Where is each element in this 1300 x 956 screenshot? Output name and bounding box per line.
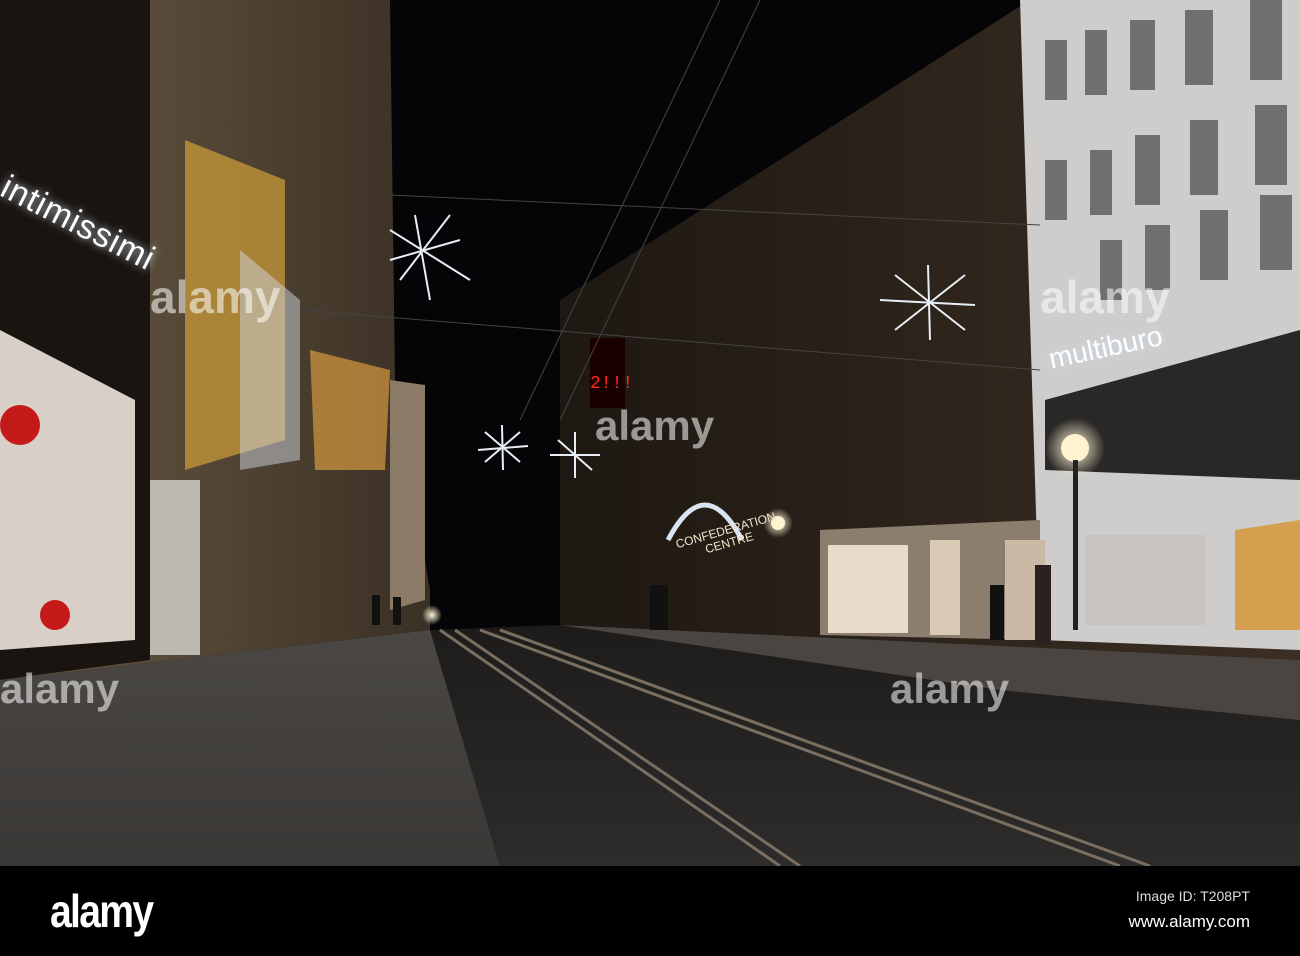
site-url: www.alamy.com [1128, 912, 1250, 931]
watermark: alamy [1040, 271, 1171, 323]
watermark: alamy [595, 402, 715, 449]
alamy-logo: alamy [50, 885, 154, 937]
watermark: alamy [0, 665, 120, 712]
watermark: alamy [150, 271, 281, 323]
footer-bar: alamy Image ID: T208PT www.alamy.com [0, 866, 1300, 956]
shop-window [1085, 535, 1205, 625]
watermark: alamy [890, 665, 1010, 712]
image-id: Image ID: T208PT [1135, 888, 1250, 904]
stock-photo: 2!!! intimissimi multiburo CONFEDERATION… [0, 0, 1300, 956]
svg-text:2!!!: 2!!! [590, 374, 633, 394]
